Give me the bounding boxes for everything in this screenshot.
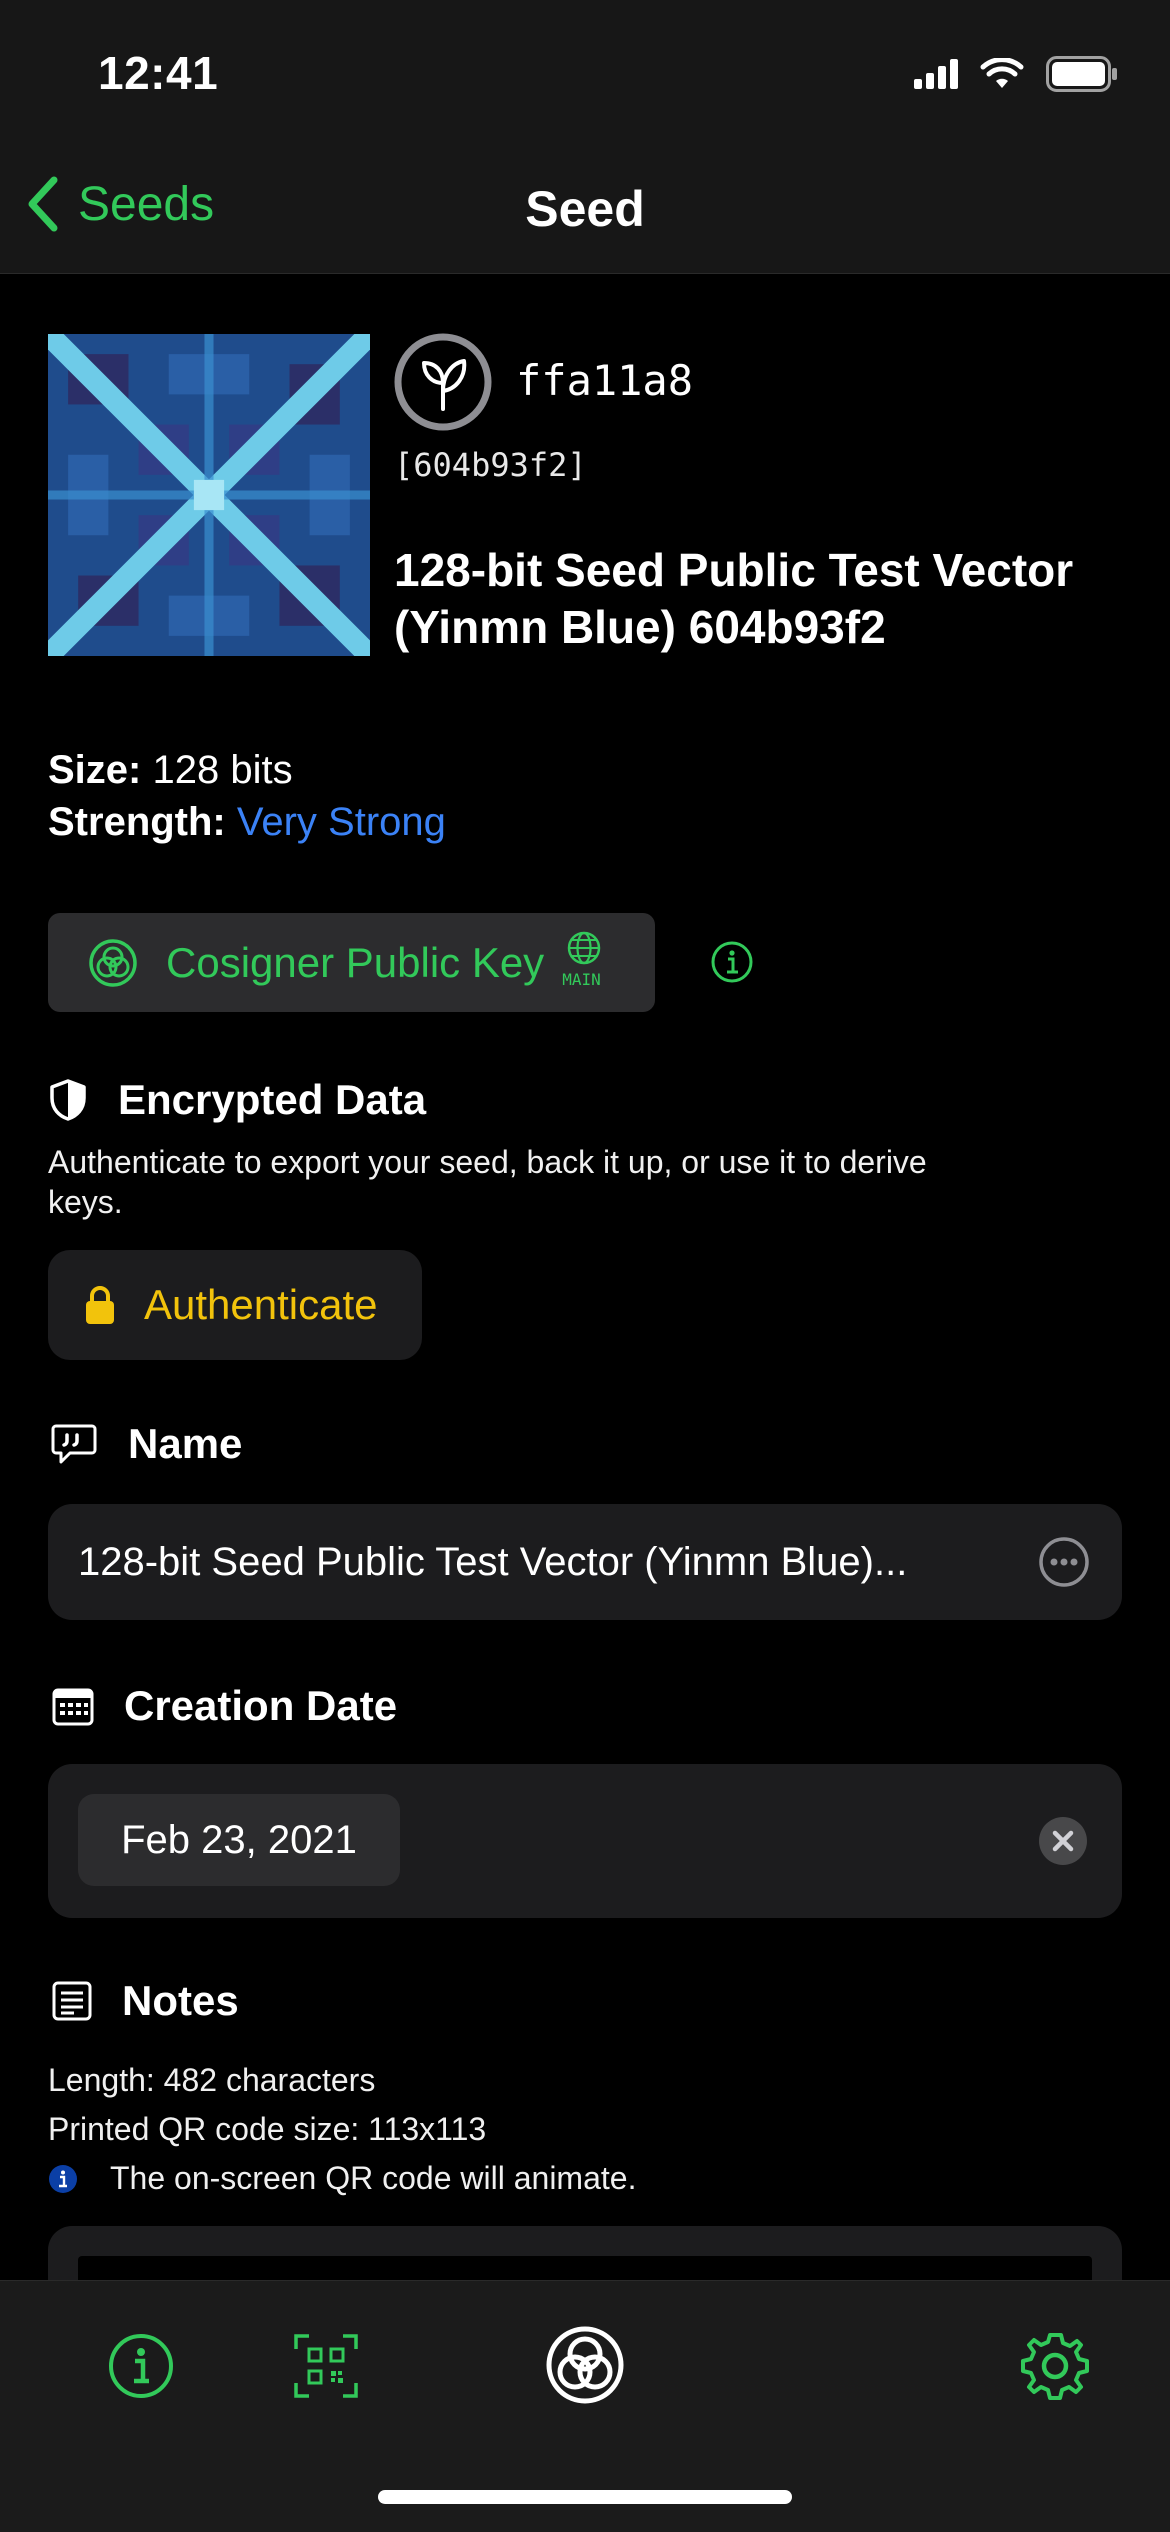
info-icon [109,2334,173,2398]
encrypted-data-description: Authenticate to export your seed, back i… [48,1144,927,1220]
authenticate-button[interactable]: Authenticate [48,1250,422,1360]
creation-date-field: Feb 23, 2021 [48,1764,1122,1918]
lifehash-image [48,334,370,656]
cosigner-public-key-button[interactable]: Cosigner Public Key MAIN [48,913,655,1012]
blockchain-commons-icon [89,938,137,987]
wifi-icon [980,58,1024,88]
blockchain-commons-logo [546,2326,624,2404]
name-value: 128-bit Seed Public Test Vector (Yinmn B… [78,1539,908,1584]
creation-date-heading: Creation Date [52,1682,397,1730]
notes-title: Notes [122,1977,239,2024]
encrypted-data-heading: Encrypted Data [48,1076,426,1124]
creation-date-title: Creation Date [124,1682,398,1729]
network-label: MAIN [562,969,601,989]
qr-code-icon [294,2334,358,2398]
size-label: Size: [48,748,142,792]
shield-icon [50,1079,86,1121]
calendar-icon [52,1688,94,1726]
authenticate-label: Authenticate [144,1281,378,1328]
name-title: Name [128,1420,243,1467]
encrypted-data-title: Encrypted Data [118,1076,427,1123]
name-heading: Name [50,1420,242,1468]
status-icons [914,56,1118,92]
strength-value: Very Strong [236,800,446,844]
page-title: Seed [525,181,645,237]
cellular-signal-icon [914,59,958,89]
seed-fingerprint: ffa11a8 [516,356,694,405]
clear-date-icon[interactable] [1038,1816,1088,1866]
size-value: 128 bits [152,748,293,792]
cosigner-info-icon[interactable] [710,940,754,984]
seed-title: 128-bit Seed Public Test Vector (Yinmn B… [394,544,1074,653]
info-fill-icon [49,2164,77,2193]
strength-label: Strength: [48,800,226,844]
notes-hint-row: The on-screen QR code will animate. [48,2154,636,2203]
gear-icon [1021,2333,1089,2400]
status-time: 12:41 [98,47,219,99]
battery-icon [1046,56,1117,92]
status-bar: 12:41 [0,0,1170,150]
quote-bubble-icon [51,1424,97,1464]
seed-id: [604b93f2] [394,446,587,484]
settings-button[interactable] [1020,2331,1090,2401]
notes-heading: Notes [52,1977,239,2025]
lock-icon [86,1286,114,1324]
name-field[interactable]: 128-bit Seed Public Test Vector (Yinmn B… [48,1504,1122,1620]
navigation-bar: Seeds Seed [0,150,1170,274]
more-options-icon[interactable] [1038,1536,1090,1588]
notes-hint-text: The on-screen QR code will animate. [110,2160,637,2196]
date-picker-button[interactable]: Feb 23, 2021 [78,1794,400,1886]
qr-code-button[interactable] [291,2331,361,2401]
seed-sprout-icon [394,333,492,431]
info-button[interactable] [106,2331,176,2401]
notes-length: Length: 482 characters [48,2062,376,2098]
notes-icon [52,1981,92,2021]
notes-info: Length: 482 characters Printed QR code s… [48,2056,636,2203]
network-badge: MAIN [562,928,606,998]
blockchain-commons-button[interactable] [545,2325,625,2405]
seed-info: Size: 128 bits Strength: Very Strong [48,744,446,848]
cosigner-label: Cosigner Public Key [166,938,545,986]
globe-icon [567,931,601,964]
notes-qr-size: Printed QR code size: 113x113 [48,2111,487,2147]
strength-row: Strength: Very Strong [48,796,446,848]
home-indicator [378,2490,792,2504]
size-row: Size: 128 bits [48,744,446,796]
